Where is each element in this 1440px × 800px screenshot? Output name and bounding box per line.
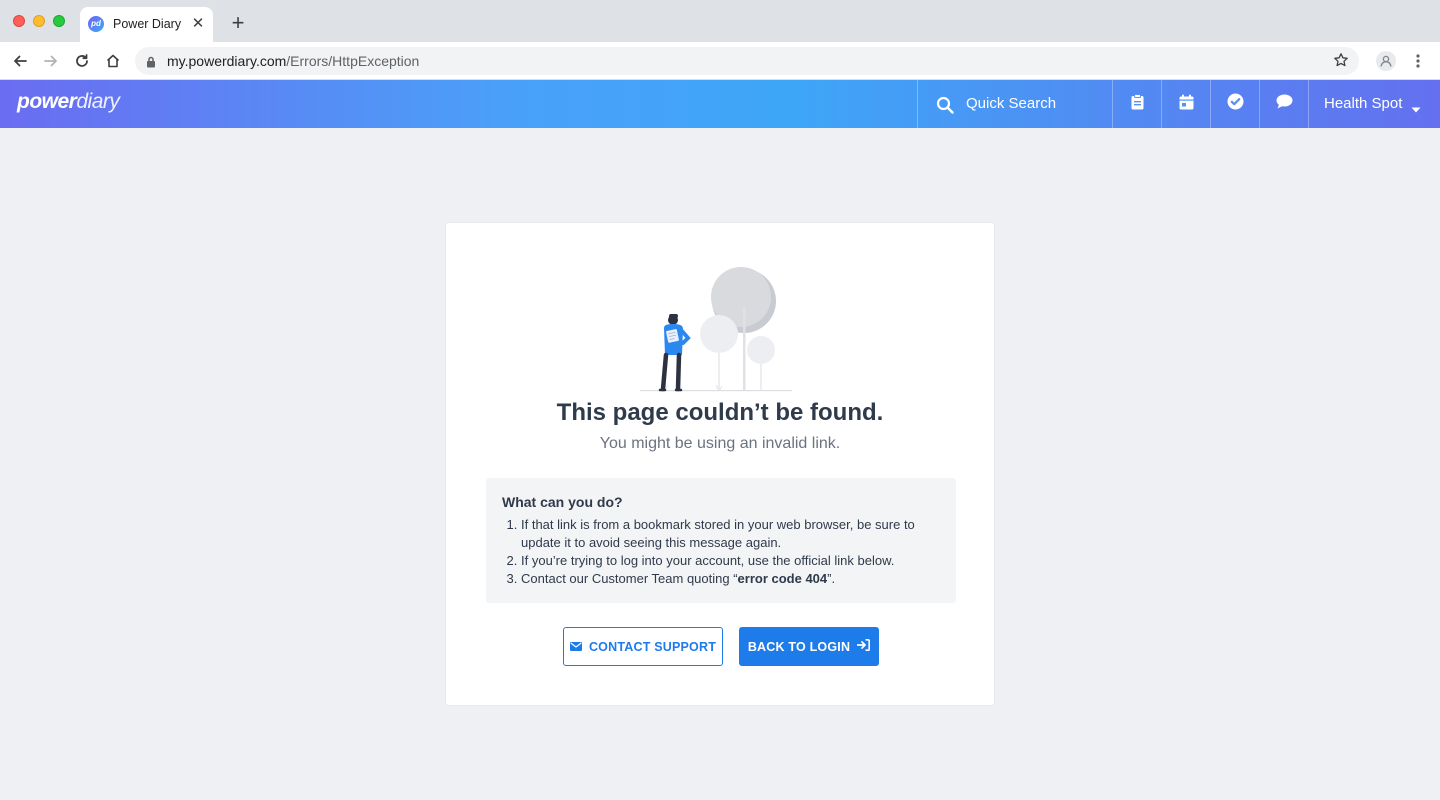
help-step-3-end: ”. — [827, 571, 836, 586]
account-menu[interactable]: Health Spot — [1308, 80, 1440, 128]
calendar-icon — [1179, 94, 1194, 115]
logo-text-light: diary — [76, 90, 120, 113]
help-panel: What can you do? If that link is from a … — [486, 478, 956, 603]
sign-in-icon — [856, 639, 871, 654]
browser-tab-strip: pd Power Diary ✕ + — [0, 0, 1440, 42]
favicon-icon: pd — [88, 16, 104, 32]
lock-icon — [146, 55, 156, 73]
close-icon[interactable]: ✕ — [190, 16, 206, 32]
url-text: my.powerdiary.com/Errors/HttpException — [167, 53, 419, 69]
messages-button[interactable] — [1259, 80, 1308, 128]
chat-icon — [1276, 94, 1293, 114]
not-found-illustration — [634, 257, 806, 398]
contact-support-button[interactable]: CONTACT SUPPORT — [563, 627, 723, 666]
url-host: my.powerdiary.com — [167, 53, 287, 69]
tasks-button[interactable] — [1210, 80, 1259, 128]
reload-icon[interactable] — [70, 49, 94, 73]
close-window-button[interactable] — [13, 15, 25, 27]
error-code: error code 404 — [737, 571, 828, 586]
chevron-down-icon — [1411, 100, 1421, 118]
help-title: What can you do? — [502, 494, 623, 510]
quick-search-label: Quick Search — [966, 95, 1057, 112]
back-to-login-button[interactable]: BACK TO LOGIN — [739, 627, 879, 666]
help-step-2: If you’re trying to log into your accoun… — [521, 552, 940, 570]
error-subtitle: You might be using an invalid link. — [599, 435, 841, 452]
url-path: /Errors/HttpException — [286, 53, 420, 69]
help-steps: If that link is from a bookmark stored i… — [502, 516, 940, 588]
search-icon — [936, 96, 954, 119]
power-diary-logo[interactable]: powerdiary — [17, 90, 120, 114]
account-name: Health Spot — [1324, 95, 1403, 112]
logo-text-bold: power — [17, 90, 77, 113]
help-step-1: If that link is from a bookmark stored i… — [521, 516, 940, 552]
contact-support-label: CONTACT SUPPORT — [588, 639, 717, 654]
check-circle-icon — [1227, 93, 1244, 115]
tab-title: Power Diary — [113, 17, 182, 31]
forward-arrow-icon[interactable] — [39, 49, 63, 73]
app-header: powerdiary Quick Search Health Spot — [0, 80, 1440, 128]
browser-toolbar: my.powerdiary.com/Errors/HttpException — [0, 42, 1440, 80]
back-to-login-label: BACK TO LOGIN — [747, 639, 851, 654]
clipboard-icon — [1131, 93, 1144, 115]
address-bar[interactable]: my.powerdiary.com/Errors/HttpException — [135, 47, 1359, 75]
back-arrow-icon[interactable] — [8, 49, 32, 73]
browser-tab[interactable]: pd Power Diary ✕ — [80, 7, 213, 42]
bookmark-star-icon[interactable] — [1333, 52, 1349, 73]
new-tab-icon[interactable]: + — [227, 12, 249, 34]
home-icon[interactable] — [101, 49, 125, 73]
error-card: This page couldn’t be found. You might b… — [445, 222, 995, 706]
minimize-window-button[interactable] — [33, 15, 45, 27]
maximize-window-button[interactable] — [53, 15, 65, 27]
profile-icon[interactable] — [1376, 51, 1396, 71]
error-title: This page couldn’t be found. — [556, 399, 884, 426]
envelope-icon — [569, 640, 582, 654]
quick-search[interactable]: Quick Search — [917, 80, 1113, 128]
help-step-3: Contact our Customer Team quoting “error… — [521, 570, 940, 588]
help-step-3-text: Contact our Customer Team quoting “ — [521, 571, 738, 586]
clipboard-button[interactable] — [1112, 80, 1161, 128]
more-menu-icon[interactable] — [1410, 51, 1426, 71]
calendar-button[interactable] — [1161, 80, 1210, 128]
